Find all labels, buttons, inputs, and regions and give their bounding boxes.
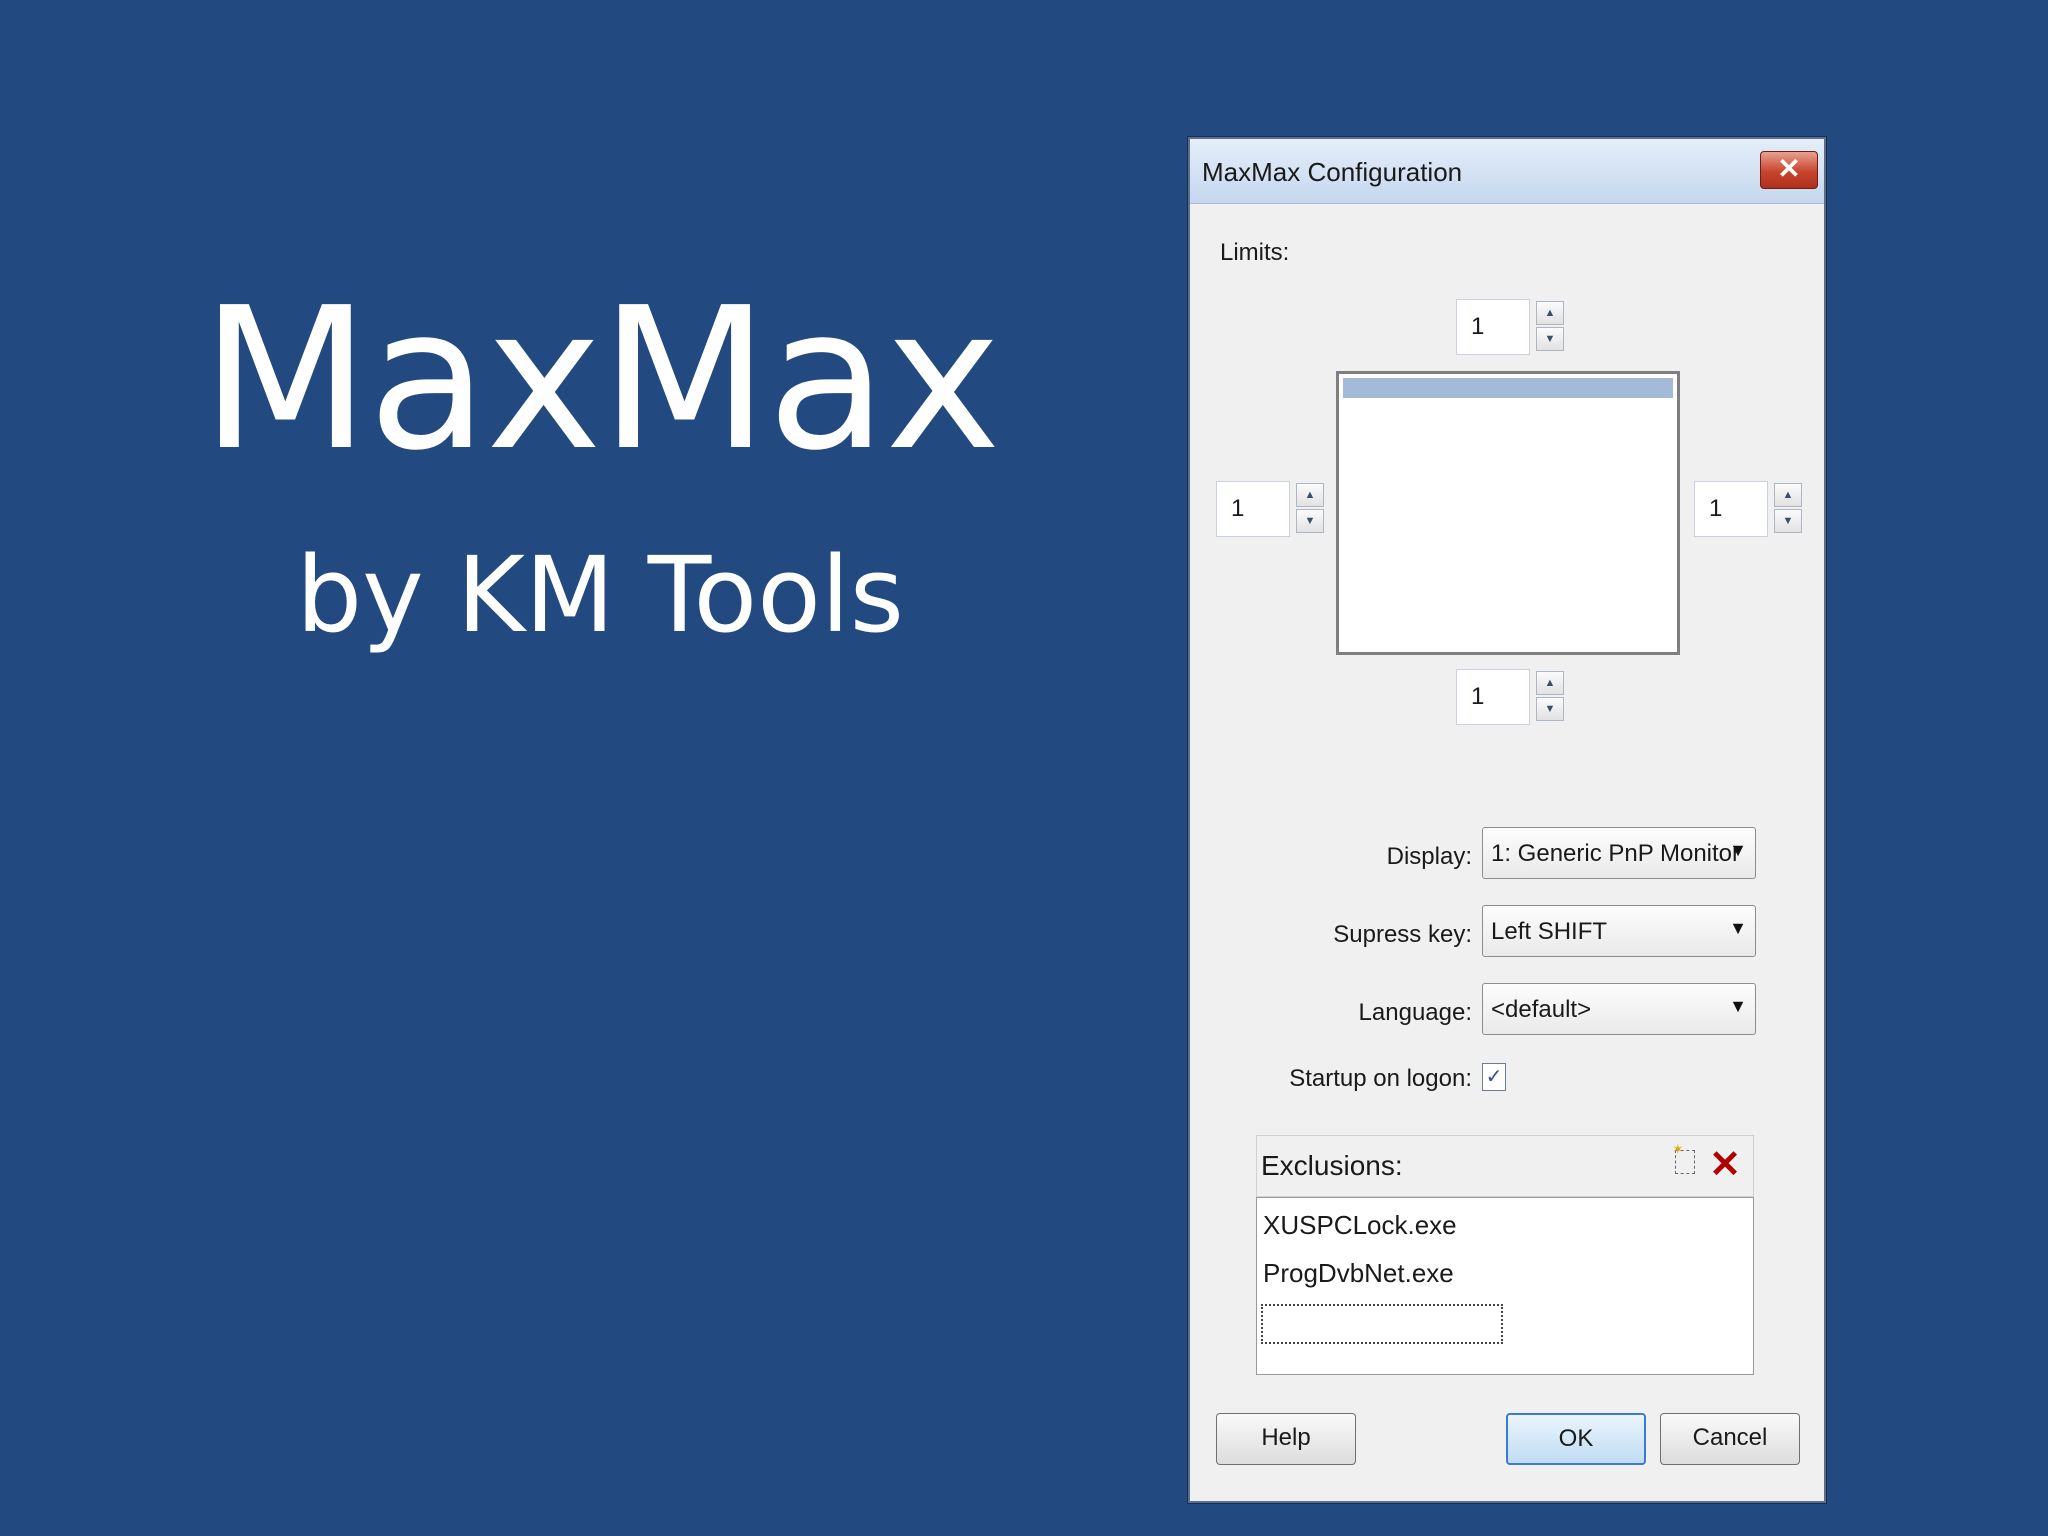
suppress-key-select[interactable]: Left SHIFT ▼ <box>1482 905 1756 957</box>
exclusions-title: Exclusions: <box>1261 1150 1403 1181</box>
list-item[interactable]: ProgDvbNet.exe <box>1263 1258 1454 1289</box>
list-item[interactable]: XUSPCLock.exe <box>1263 1210 1457 1241</box>
suppress-key-value: Left SHIFT <box>1491 918 1608 945</box>
dropdown-caret-icon: ▼ <box>1729 918 1747 938</box>
spin-up-arrow-icon[interactable]: ▲ <box>1296 483 1324 507</box>
help-button[interactable]: Help <box>1216 1413 1356 1465</box>
limit-right-spinner[interactable]: 1 ▲ ▼ <box>1694 481 1804 537</box>
delete-icon[interactable]: ✕ <box>1709 1142 1741 1187</box>
limit-bottom-spinner[interactable]: 1 ▲ ▼ <box>1456 669 1566 725</box>
close-icon: ✕ <box>1777 153 1801 184</box>
dialog-titlebar[interactable]: MaxMax Configuration ✕ <box>1190 139 1824 204</box>
display-value: 1: Generic PnP Monitor <box>1491 840 1741 867</box>
limit-top-input[interactable]: 1 <box>1456 299 1530 355</box>
slide-subtitle: by KM Tools <box>296 534 904 656</box>
limits-label: Limits: <box>1220 239 1290 266</box>
slide-title: MaxMax <box>200 266 1001 494</box>
dropdown-caret-icon: ▼ <box>1729 996 1747 1016</box>
dropdown-caret-icon: ▼ <box>1729 840 1747 860</box>
exclusions-list[interactable]: XUSPCLock.exe ProgDvbNet.exe <box>1256 1197 1754 1375</box>
spin-down-arrow-icon[interactable]: ▼ <box>1536 327 1564 351</box>
suppress-key-label: Supress key: <box>1333 921 1472 948</box>
startup-checkbox[interactable]: ✓ <box>1482 1063 1506 1091</box>
limit-top-spinner[interactable]: 1 ▲ ▼ <box>1456 299 1566 355</box>
close-button[interactable]: ✕ <box>1760 151 1818 189</box>
screen-preview <box>1336 371 1680 655</box>
cancel-button[interactable]: Cancel <box>1660 1413 1800 1465</box>
spin-up-arrow-icon[interactable]: ▲ <box>1536 301 1564 325</box>
exclusions-header: Exclusions: ✕ <box>1256 1135 1754 1197</box>
language-select[interactable]: <default> ▼ <box>1482 983 1756 1035</box>
limit-right-input[interactable]: 1 <box>1694 481 1768 537</box>
spin-down-arrow-icon[interactable]: ▼ <box>1536 697 1564 721</box>
spin-down-arrow-icon[interactable]: ▼ <box>1296 509 1324 533</box>
language-label: Language: <box>1358 999 1472 1026</box>
new-exclusion-input[interactable] <box>1261 1304 1503 1344</box>
spin-up-arrow-icon[interactable]: ▲ <box>1774 483 1802 507</box>
startup-label: Startup on logon: <box>1289 1065 1472 1092</box>
add-item-icon[interactable] <box>1672 1141 1695 1174</box>
spin-down-arrow-icon[interactable]: ▼ <box>1774 509 1802 533</box>
limit-bottom-input[interactable]: 1 <box>1456 669 1530 725</box>
preview-window-bar <box>1343 378 1673 398</box>
display-label: Display: <box>1386 843 1472 870</box>
ok-button[interactable]: OK <box>1506 1413 1646 1465</box>
language-value: <default> <box>1491 996 1592 1023</box>
limit-left-spinner[interactable]: 1 ▲ ▼ <box>1216 481 1326 537</box>
display-select[interactable]: 1: Generic PnP Monitor ▼ <box>1482 827 1756 879</box>
limit-left-input[interactable]: 1 <box>1216 481 1290 537</box>
spin-up-arrow-icon[interactable]: ▲ <box>1536 671 1564 695</box>
config-dialog: MaxMax Configuration ✕ Limits: 1 ▲ ▼ 1 ▲… <box>1188 137 1826 1503</box>
dialog-title: MaxMax Configuration <box>1202 157 1463 187</box>
